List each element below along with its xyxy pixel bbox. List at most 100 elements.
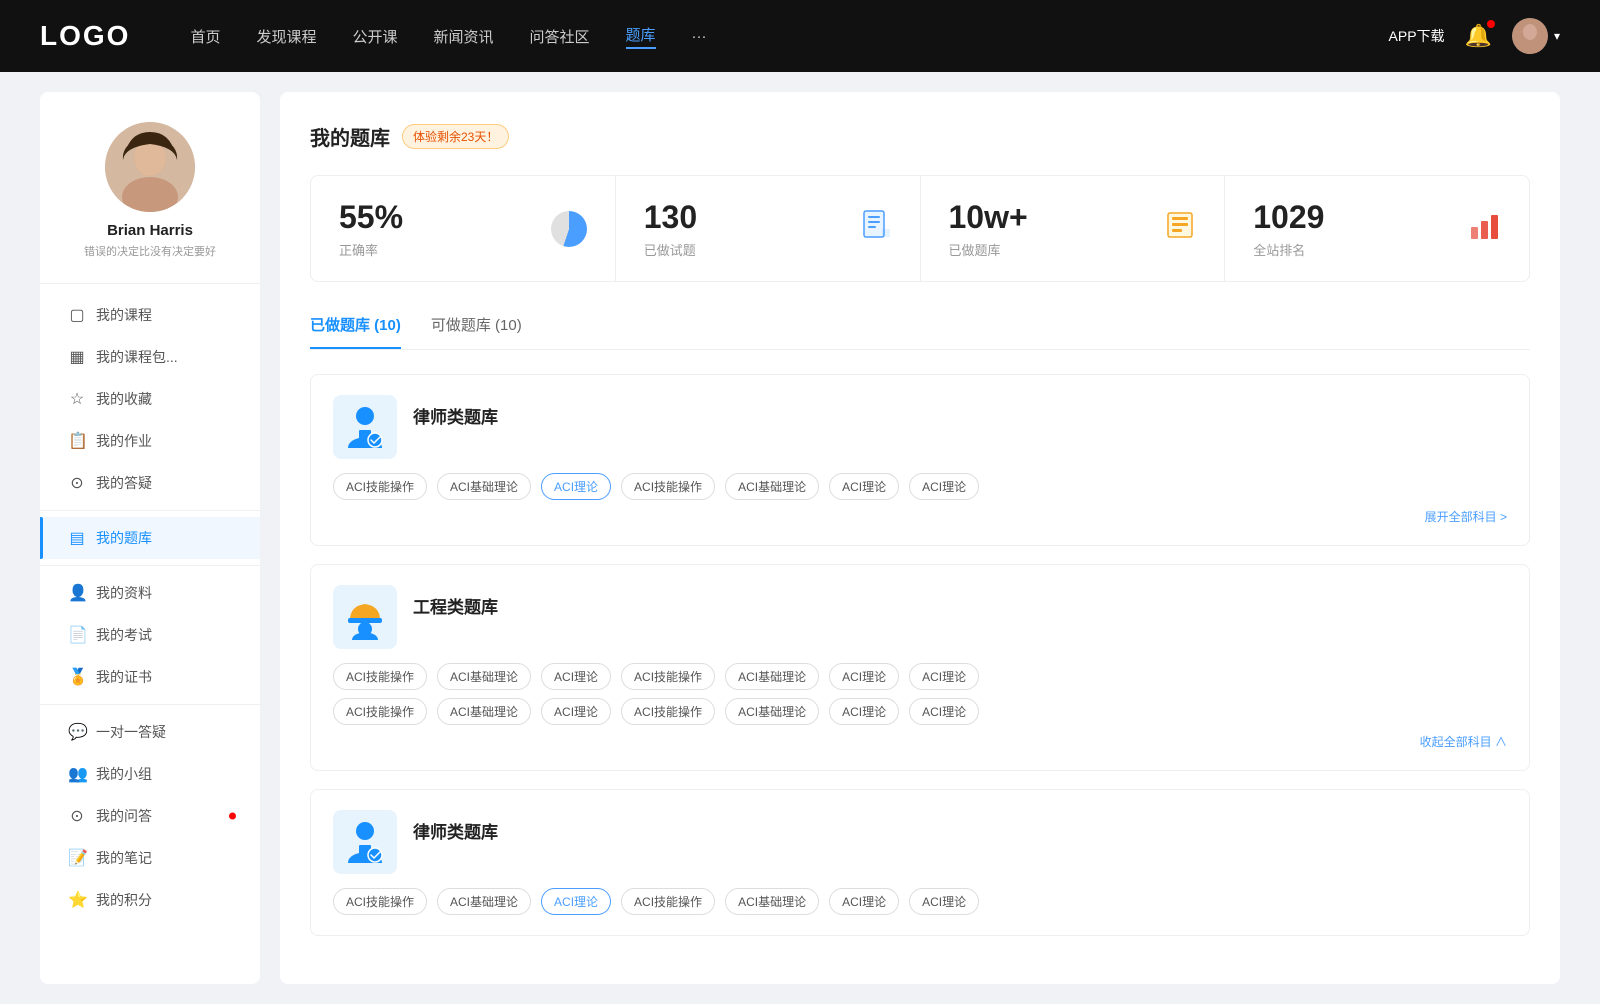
- sidebar-profile: Brian Harris 错误的决定比没有决定要好: [40, 122, 260, 284]
- user-avatar-menu[interactable]: ▾: [1512, 18, 1560, 54]
- tag-2-r2-5[interactable]: ACI基础理论: [725, 698, 819, 725]
- tag-1-5[interactable]: ACI基础理论: [725, 473, 819, 500]
- stat-label-done-questions: 已做试题: [644, 240, 697, 259]
- tag-3-7[interactable]: ACI理论: [909, 888, 979, 915]
- nav-discover[interactable]: 发现课程: [256, 26, 316, 47]
- tab-done-banks[interactable]: 已做题库 (10): [310, 314, 401, 349]
- nav-more[interactable]: ···: [692, 28, 707, 45]
- tag-3-6[interactable]: ACI理论: [829, 888, 899, 915]
- sidebar-item-exam[interactable]: 📄 我的考试: [40, 614, 260, 656]
- tag-1-7[interactable]: ACI理论: [909, 473, 979, 500]
- nav-opencourse[interactable]: 公开课: [352, 26, 397, 47]
- tag-1-1[interactable]: ACI技能操作: [333, 473, 427, 500]
- sidebar-item-profile[interactable]: 👤 我的资料: [40, 572, 260, 614]
- sidebar-item-favorites[interactable]: ☆ 我的收藏: [40, 378, 260, 420]
- page-layout: Brian Harris 错误的决定比没有决定要好 ▢ 我的课程 ▦ 我的课程包…: [20, 72, 1580, 1004]
- sidebar-item-cert[interactable]: 🏅 我的证书: [40, 656, 260, 698]
- sidebar-item-label: 我的课程包...: [96, 347, 178, 367]
- tag-3-1[interactable]: ACI技能操作: [333, 888, 427, 915]
- tag-2-7[interactable]: ACI理论: [909, 663, 979, 690]
- tag-3-2[interactable]: ACI基础理论: [437, 888, 531, 915]
- sidebar-item-questions[interactable]: ⊙ 我的问答: [40, 795, 260, 837]
- stat-value-rank: 1029: [1253, 198, 1324, 236]
- qbank-card-lawyer-1: 律师类题库 ACI技能操作 ACI基础理论 ACI理论 ACI技能操作 ACI基…: [310, 374, 1530, 546]
- notification-badge: [1487, 20, 1495, 28]
- stat-value-done-banks: 10w+: [949, 198, 1028, 236]
- qbank-card-lawyer-2: 律师类题库 ACI技能操作 ACI基础理论 ACI理论 ACI技能操作 ACI基…: [310, 789, 1530, 936]
- expand-link-1[interactable]: 展开全部科目 >: [333, 508, 1507, 525]
- tag-2-r2-4[interactable]: ACI技能操作: [621, 698, 715, 725]
- question-icon: ⊙: [68, 806, 86, 826]
- nav-home[interactable]: 首页: [190, 26, 220, 47]
- tag-1-6[interactable]: ACI理论: [829, 473, 899, 500]
- tutor-icon: 💬: [68, 722, 86, 742]
- sidebar-item-label: 我的问答: [96, 806, 152, 826]
- nav-qbank[interactable]: 题库: [626, 24, 656, 49]
- tag-2-3[interactable]: ACI理论: [541, 663, 611, 690]
- sidebar-item-qbank[interactable]: ▤ 我的题库: [40, 517, 260, 559]
- tag-3-3[interactable]: ACI理论: [541, 888, 611, 915]
- qbank-header-2: 工程类题库: [333, 585, 1507, 649]
- sidebar-item-label: 我的笔记: [96, 848, 152, 868]
- qbank-title-2: 工程类题库: [413, 593, 498, 618]
- sidebar-item-label: 我的题库: [96, 528, 152, 548]
- sidebar-item-homework[interactable]: 📋 我的作业: [40, 420, 260, 462]
- sidebar-item-tutor[interactable]: 💬 一对一答疑: [40, 711, 260, 753]
- sidebar-item-label: 我的收藏: [96, 389, 152, 409]
- app-download-button[interactable]: APP下载: [1389, 26, 1445, 46]
- qbank-header-1: 律师类题库: [333, 395, 1507, 459]
- sidebar-username: Brian Harris: [107, 222, 193, 239]
- sidebar-item-label: 我的积分: [96, 890, 152, 910]
- qbank-icon-lawyer: [333, 395, 397, 459]
- correct-rate-pie-chart: [551, 211, 587, 247]
- stat-value-done-questions: 130: [644, 198, 697, 236]
- notes-icon: 📝: [68, 848, 86, 868]
- sidebar-item-points[interactable]: ⭐ 我的积分: [40, 879, 260, 921]
- nav-right: APP下载 🔔 ▾: [1389, 18, 1560, 54]
- tag-2-r2-2[interactable]: ACI基础理论: [437, 698, 531, 725]
- sidebar-item-label: 我的作业: [96, 431, 152, 451]
- tag-2-5[interactable]: ACI基础理论: [725, 663, 819, 690]
- notification-bell[interactable]: 🔔: [1465, 23, 1492, 49]
- nav-news[interactable]: 新闻资讯: [434, 26, 494, 47]
- tag-3-4[interactable]: ACI技能操作: [621, 888, 715, 915]
- sidebar-item-label: 我的小组: [96, 764, 152, 784]
- tag-2-6[interactable]: ACI理论: [829, 663, 899, 690]
- nav-qa[interactable]: 问答社区: [530, 26, 590, 47]
- tag-1-2[interactable]: ACI基础理论: [437, 473, 531, 500]
- sidebar-item-courses[interactable]: ▢ 我的课程: [40, 294, 260, 336]
- main-content: 我的题库 体验剩余23天！ 55% 正确率 130 已做试题: [280, 92, 1560, 984]
- sidebar-menu: ▢ 我的课程 ▦ 我的课程包... ☆ 我的收藏 📋 我的作业 ⊙ 我的答疑 ▤: [40, 294, 260, 921]
- stat-done-banks: 10w+ 已做题库: [921, 176, 1226, 281]
- tag-1-3[interactable]: ACI理论: [541, 473, 611, 500]
- done-questions-icon: [860, 209, 892, 248]
- tag-2-r2-6[interactable]: ACI理论: [829, 698, 899, 725]
- tag-2-r2-3[interactable]: ACI理论: [541, 698, 611, 725]
- logo[interactable]: LOGO: [40, 20, 130, 52]
- tag-2-4[interactable]: ACI技能操作: [621, 663, 715, 690]
- exam-icon: 📄: [68, 625, 86, 645]
- tabs-row: 已做题库 (10) 可做题库 (10): [310, 314, 1530, 350]
- tag-3-5[interactable]: ACI基础理论: [725, 888, 819, 915]
- qbank-tags-1: ACI技能操作 ACI基础理论 ACI理论 ACI技能操作 ACI基础理论 AC…: [333, 473, 1507, 500]
- trial-badge: 体验剩余23天！: [402, 124, 509, 149]
- stats-row: 55% 正确率 130 已做试题: [310, 175, 1530, 282]
- sidebar-item-course-pack[interactable]: ▦ 我的课程包...: [40, 336, 260, 378]
- qbank-card-engineer: 工程类题库 ACI技能操作 ACI基础理论 ACI理论 ACI技能操作 ACI基…: [310, 564, 1530, 771]
- collapse-link-2[interactable]: 收起全部科目 ∧: [333, 733, 1507, 750]
- sidebar-item-label: 我的课程: [96, 305, 152, 325]
- sidebar-divider-3: [40, 704, 260, 705]
- tag-1-4[interactable]: ACI技能操作: [621, 473, 715, 500]
- chevron-down-icon: ▾: [1554, 29, 1560, 43]
- tag-2-1[interactable]: ACI技能操作: [333, 663, 427, 690]
- tab-available-banks[interactable]: 可做题库 (10): [431, 314, 522, 349]
- sidebar-item-group[interactable]: 👥 我的小组: [40, 753, 260, 795]
- sidebar-item-notes[interactable]: 📝 我的笔记: [40, 837, 260, 879]
- group-icon: 👥: [68, 764, 86, 784]
- tag-2-r2-1[interactable]: ACI技能操作: [333, 698, 427, 725]
- tag-2-r2-7[interactable]: ACI理论: [909, 698, 979, 725]
- tag-2-2[interactable]: ACI基础理论: [437, 663, 531, 690]
- nav-links: 首页 发现课程 公开课 新闻资讯 问答社区 题库 ···: [190, 24, 1388, 49]
- sidebar-item-qa[interactable]: ⊙ 我的答疑: [40, 462, 260, 504]
- profile-icon: 👤: [68, 583, 86, 603]
